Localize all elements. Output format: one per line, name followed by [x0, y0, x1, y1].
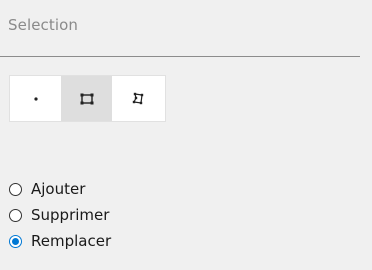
rectangle-select-button[interactable]: [61, 76, 112, 121]
selection-toolbar: [9, 75, 166, 122]
radio-label: Ajouter: [31, 180, 86, 198]
section-divider: [0, 56, 360, 57]
point-select-button[interactable]: [10, 76, 61, 121]
polygon-select-button[interactable]: [112, 76, 163, 121]
polygon-icon: [132, 92, 143, 104]
selection-panel: Selection Ajouter Supprimer Remplacer: [0, 0, 360, 270]
radio-button[interactable]: [9, 208, 22, 222]
radio-label: Remplacer: [31, 232, 112, 250]
radio-button[interactable]: [9, 182, 22, 196]
selection-mode-group: Ajouter Supprimer Remplacer: [9, 176, 111, 254]
point-icon: [33, 96, 38, 101]
radio-label: Supprimer: [31, 206, 110, 224]
section-title: Selection: [8, 16, 79, 34]
rectangle-icon: [80, 93, 93, 104]
mode-option-ajouter[interactable]: Ajouter: [9, 176, 111, 202]
mode-option-supprimer[interactable]: Supprimer: [9, 202, 111, 228]
radio-button[interactable]: [9, 234, 22, 248]
mode-option-remplacer[interactable]: Remplacer: [9, 228, 111, 254]
